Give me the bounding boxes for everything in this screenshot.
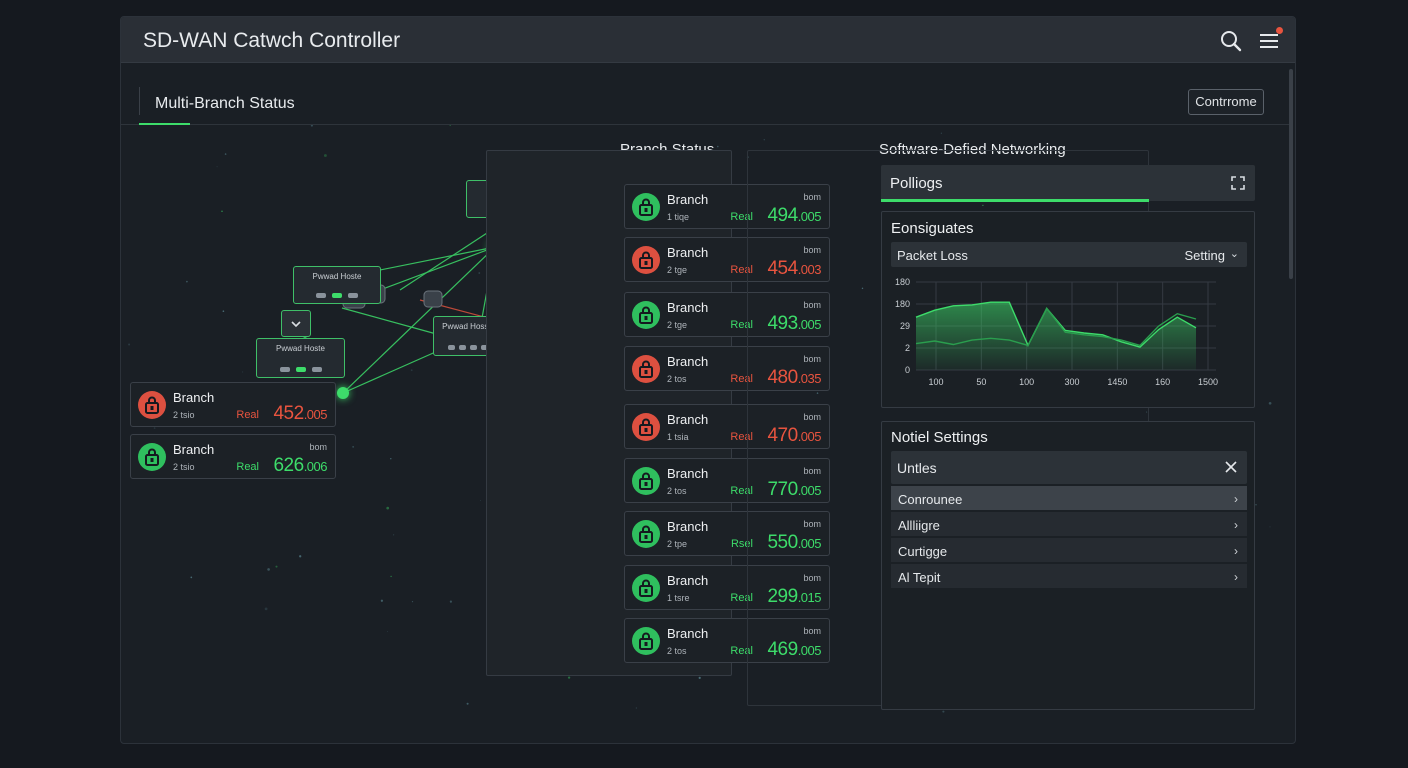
branch-name: Branch [667, 300, 709, 315]
metrics-title: Eonsiguates [891, 220, 974, 237]
branch-subtitle: 2 tos [667, 646, 687, 656]
y-tick-label: 29 [900, 321, 910, 331]
expand-icon[interactable] [1231, 176, 1245, 195]
lock-icon [138, 391, 166, 419]
lock-icon [632, 355, 660, 383]
branch-subtitle: 2 tpe [667, 539, 688, 549]
settings-title: Notiel Settings [891, 429, 988, 446]
settings-item[interactable]: Curtigge › [891, 538, 1247, 563]
branch-name: Branch [667, 354, 709, 369]
link-point [337, 387, 349, 399]
lock-icon [632, 574, 660, 602]
setting-dropdown[interactable]: Setting [1185, 248, 1225, 263]
real-label: Real [236, 409, 259, 421]
branch-value: 626.006 [273, 455, 327, 477]
x-tick-label: 1450 [1107, 377, 1127, 387]
real-label: Real [236, 461, 259, 473]
chevron-right-icon: › [1234, 570, 1238, 584]
branch-name: Branch [173, 442, 215, 457]
y-tick-label: 0 [905, 365, 910, 375]
network-node[interactable]: Pwwad Hoste [256, 338, 345, 378]
branch-tag: bom [309, 442, 327, 452]
branch-subtitle: 2 tsio [173, 462, 195, 472]
node-ports [257, 365, 344, 372]
area-fill [916, 302, 1196, 370]
settings-item[interactable]: Conrounee › [891, 486, 1247, 511]
metrics-box: Eonsiguates Packet Loss Setting ⌄ 180 180… [881, 211, 1255, 408]
node-ports [294, 291, 380, 298]
lock-icon [632, 413, 660, 441]
settings-item-label: Conrounee [898, 492, 963, 507]
network-node[interactable]: Pwwad Hoste [293, 266, 381, 304]
policies-label: Polliogs [890, 175, 943, 192]
lock-icon [138, 443, 166, 471]
settings-item-label: Allliigre [898, 518, 940, 533]
value-decimal: .006 [303, 459, 328, 474]
x-tick-label: 100 [928, 377, 943, 387]
packet-loss-chart: 180 180 29 2 0 100 50 100 300 1450 160 1500 [895, 277, 1218, 387]
branch-value: 452.005 [273, 403, 327, 425]
settings-item[interactable]: Al Tepit › [891, 564, 1247, 589]
branch-name: Branch [173, 390, 215, 405]
packet-loss-selector[interactable]: Packet Loss Setting ⌄ [891, 242, 1247, 267]
branch-subtitle: 2 tge [667, 265, 688, 275]
x-tick-label: 100 [1019, 377, 1034, 387]
branch-name: Branch [667, 466, 709, 481]
lock-icon [632, 301, 660, 329]
branch-subtitle: 1 tsre [667, 593, 690, 603]
branch-card[interactable]: Branch 2 tsio bom Real 626.006 [130, 434, 336, 479]
y-tick-label: 2 [905, 343, 910, 353]
node-label: Pwwad Hoste [276, 344, 325, 353]
branch-name: Branch [667, 626, 709, 641]
branch-subtitle: 2 tos [667, 486, 687, 496]
chevron-right-icon: › [1234, 544, 1238, 558]
value-decimal: .005 [303, 407, 328, 422]
policies-header[interactable]: Polliogs [881, 165, 1255, 202]
settings-header-label: Untles [897, 460, 937, 476]
lock-icon [632, 520, 660, 548]
branch-name: Branch [667, 192, 709, 207]
policies-progress [881, 199, 1149, 202]
x-tick-label: 300 [1064, 377, 1079, 387]
branch-subtitle: 2 tge [667, 320, 688, 330]
branch-subtitle: 2 tos [667, 374, 687, 384]
node-label: Pwwad Hoste [312, 272, 362, 281]
lock-icon [632, 193, 660, 221]
settings-item[interactable]: Allliigre › [891, 512, 1247, 537]
branch-name: Branch [667, 412, 709, 427]
x-tick-label: 1500 [1198, 377, 1218, 387]
chevron-right-icon: › [1234, 518, 1238, 532]
chevron-right-icon: › [1234, 492, 1238, 506]
branch-name: Branch [667, 573, 709, 588]
branch-name: Branch [667, 519, 709, 534]
value-integer: 626 [273, 455, 304, 476]
branch-subtitle: 2 tsio [173, 410, 195, 420]
settings-item-label: Al Tepit [898, 570, 941, 585]
branch-name: Branch [667, 245, 709, 260]
x-tick-label: 160 [1155, 377, 1170, 387]
lock-icon [632, 467, 660, 495]
close-icon[interactable] [1225, 460, 1237, 478]
lock-icon [632, 627, 660, 655]
settings-header: Untles [891, 451, 1247, 484]
value-integer: 452 [273, 403, 304, 424]
x-tick-label: 50 [976, 377, 986, 387]
chevron-down-icon: ⌄ [1229, 248, 1239, 260]
lock-icon [632, 246, 660, 274]
settings-box: Notiel Settings Untles Conrounee › Alllii… [881, 421, 1255, 710]
branch-subtitle: 1 tiqe [667, 212, 690, 222]
y-tick-label: 180 [895, 277, 910, 287]
branch-card[interactable]: Branch 2 tsio Real 452.005 [130, 382, 336, 427]
branch-subtitle: 1 tsia [667, 432, 689, 442]
chart-title: Packet Loss [897, 248, 968, 263]
chevron-down-icon[interactable] [281, 310, 311, 337]
settings-item-label: Curtigge [898, 544, 948, 559]
y-tick-label: 180 [895, 299, 910, 309]
